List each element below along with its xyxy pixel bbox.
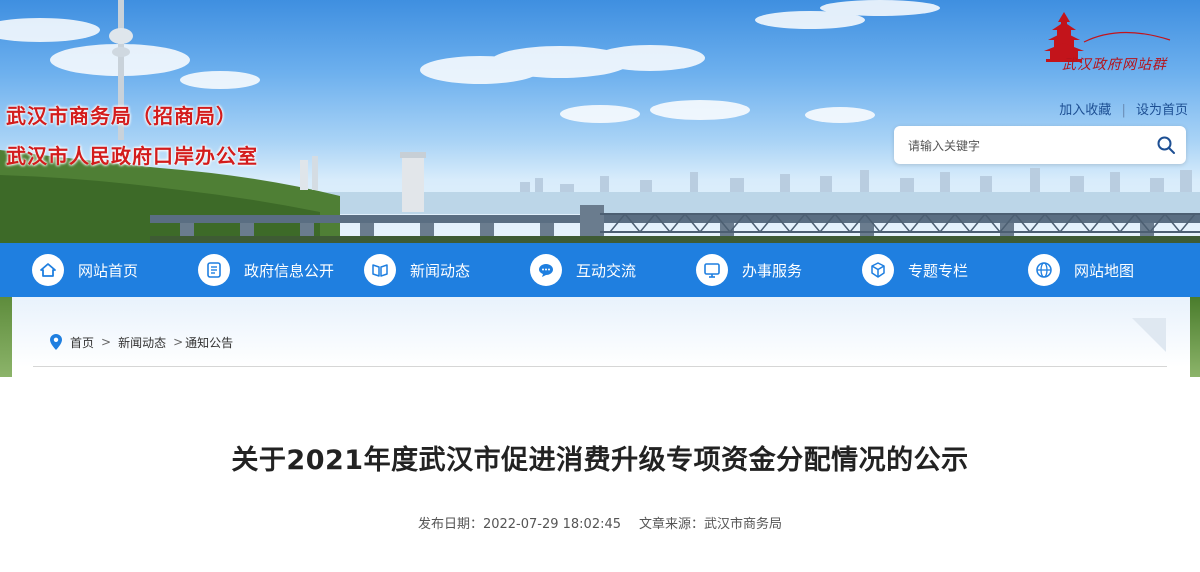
nav-label: 办事服务 (742, 261, 803, 280)
nav-label: 政府信息公开 (244, 261, 335, 280)
breadcrumb-separator: > (173, 335, 184, 349)
publish-date-label: 发布日期： (417, 517, 483, 532)
add-favorite-link[interactable]: 加入收藏 (1059, 103, 1111, 118)
article-meta: 发布日期：2022-07-29 18:02:45 文章来源：武汉市商务局 (0, 513, 1200, 532)
nav-item-home[interactable]: 网站首页 (32, 243, 138, 297)
link-separator: | (1121, 103, 1126, 118)
nav-label: 互动交流 (576, 261, 637, 280)
nav-label: 新闻动态 (410, 261, 471, 280)
set-homepage-link[interactable]: 设为首页 (1136, 103, 1188, 118)
article-title: 关于2021年度武汉市促进消费升级专项资金分配情况的公示 (231, 445, 969, 476)
source-label: 文章来源： (639, 517, 705, 532)
nav-item-interaction[interactable]: 互动交流 (530, 243, 636, 297)
nav-item-sitemap[interactable]: 网站地图 (1028, 243, 1134, 297)
nav-label: 专题专栏 (908, 261, 969, 280)
cube-icon (862, 254, 894, 286)
site-title-line1: 武汉市商务局（招商局） (6, 104, 237, 128)
search-input[interactable] (906, 135, 1140, 157)
breadcrumb-separator: > (101, 335, 112, 349)
monitor-icon (696, 254, 728, 286)
portal-name: 武汉政府网站群 (1062, 57, 1167, 73)
breadcrumb-news[interactable]: 新闻动态 (118, 334, 166, 351)
site-title-line2: 武汉市人民政府口岸办公室 (6, 144, 258, 168)
nav-item-services[interactable]: 办事服务 (696, 243, 802, 297)
globe-icon (1028, 254, 1060, 286)
divider (33, 366, 1167, 367)
background-foliage-right (1190, 297, 1200, 377)
article-source: 武汉市商务局 (704, 517, 783, 532)
publish-date: 2022-07-29 18:02:45 (482, 517, 622, 532)
nav-label: 网站地图 (1074, 261, 1135, 280)
header-banner: 武汉政府网站群 武汉市商务局（招商局） 武汉市人民政府口岸办公室 加入收藏 | … (0, 0, 1200, 243)
background-foliage-left (0, 297, 12, 377)
card-corner-fold (1132, 318, 1166, 352)
main-navigation: 网站首页 政府信息公开 新闻动态 互动交流 办事服务 专题专栏 网站地图 (0, 243, 1200, 297)
nav-label: 网站首页 (78, 261, 139, 280)
search-box (894, 126, 1186, 164)
breadcrumb-home[interactable]: 首页 (70, 334, 94, 351)
quick-links: 加入收藏 | 设为首页 (1059, 99, 1188, 118)
nav-item-gov-info[interactable]: 政府信息公开 (198, 243, 334, 297)
search-icon[interactable] (1156, 135, 1176, 155)
breadcrumb: 首页 > 新闻动态 > 通知公告 (50, 333, 233, 351)
chat-icon (530, 254, 562, 286)
newspaper-icon (364, 254, 396, 286)
nav-item-news[interactable]: 新闻动态 (364, 243, 470, 297)
breadcrumb-notices[interactable]: 通知公告 (185, 334, 233, 351)
location-pin-icon (50, 334, 62, 350)
document-list-icon (198, 254, 230, 286)
nav-item-topics[interactable]: 专题专栏 (862, 243, 968, 297)
home-icon (32, 254, 64, 286)
